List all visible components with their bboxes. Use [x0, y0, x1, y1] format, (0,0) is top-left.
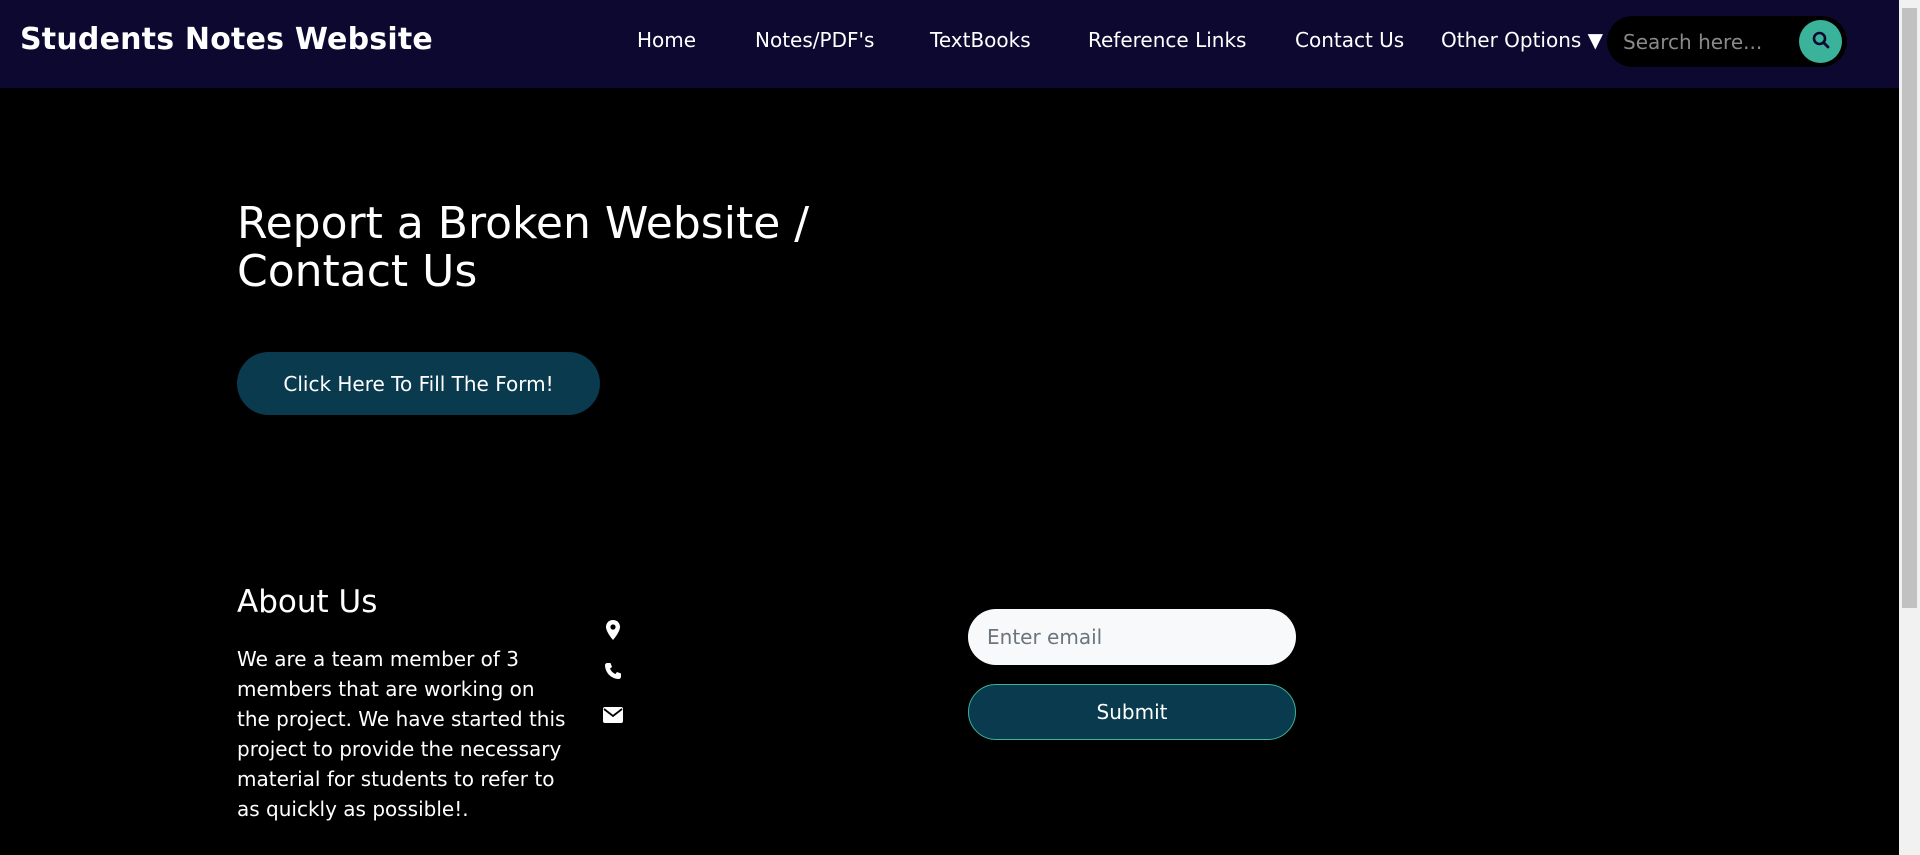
email-field[interactable] — [968, 609, 1296, 665]
map-marker-icon — [600, 617, 626, 643]
envelope-icon — [600, 702, 626, 728]
search-button[interactable] — [1799, 20, 1842, 63]
fill-form-button[interactable]: Click Here To Fill The Form! — [237, 352, 600, 415]
about-title: About Us — [237, 584, 378, 620]
phone-icon — [600, 658, 626, 684]
search-input[interactable] — [1623, 26, 1783, 57]
nav-link-contact-us[interactable]: Contact Us — [1295, 28, 1404, 52]
scrollbar-thumb[interactable] — [1902, 8, 1917, 608]
nav-link-reference-links[interactable]: Reference Links — [1088, 28, 1246, 52]
nav-link-other-options[interactable]: Other Options ▼ — [1441, 28, 1603, 52]
page-title: Report a Broken Website / Contact Us — [237, 198, 810, 297]
page: Students Notes Website Home Notes/PDF's … — [0, 0, 1920, 855]
search-icon — [1812, 31, 1830, 53]
nav-link-home[interactable]: Home — [637, 28, 696, 52]
submit-button[interactable]: Submit — [968, 684, 1296, 740]
nav-link-textbooks[interactable]: TextBooks — [930, 28, 1031, 52]
navbar: Students Notes Website Home Notes/PDF's … — [0, 0, 1899, 88]
search-box — [1607, 16, 1847, 67]
about-text: We are a team member of 3 members that a… — [237, 647, 566, 821]
nav-link-notes[interactable]: Notes/PDF's — [755, 28, 874, 52]
